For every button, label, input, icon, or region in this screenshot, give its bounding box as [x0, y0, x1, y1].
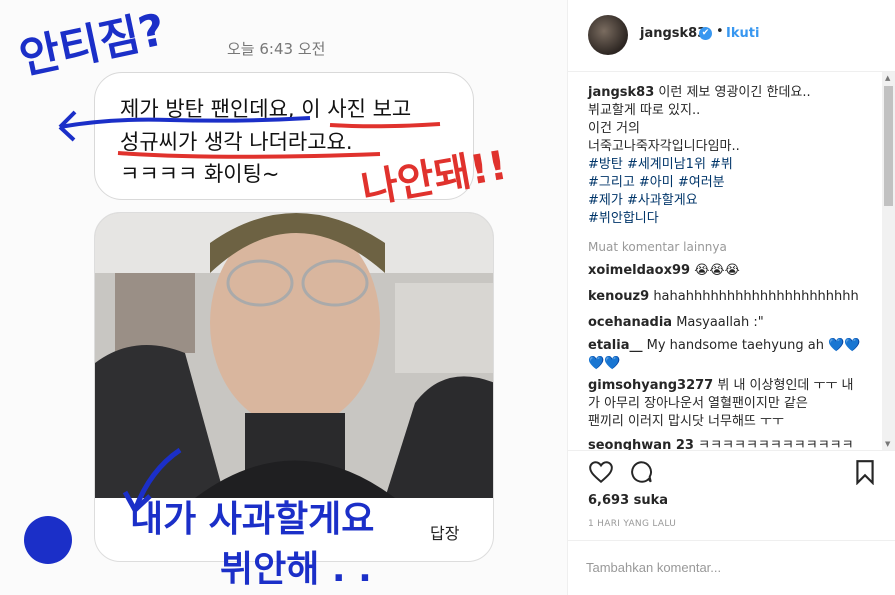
comment-username[interactable]: ocehanadia — [588, 315, 672, 330]
comment-text: 뷔 내 이상형인데 ㅜㅜ 내 — [717, 378, 854, 393]
hashtag-line-4[interactable]: #뷔안합니다 — [588, 211, 659, 226]
comment: kenouz9 hahahhhhhhhhhhhhhhhhhhhhh — [588, 288, 878, 306]
post-timestamp[interactable]: 1 HARI YANG LALU — [588, 519, 676, 529]
caption-username[interactable]: jangsk83 — [588, 85, 654, 100]
caption-line-4: 너죽고나죽자각입니다임마.. — [588, 139, 740, 154]
comments-list[interactable]: jangsk83 이런 제보 영광이긴 한데요.. 뷔교할게 따로 있지.. 이… — [568, 72, 895, 450]
comment-text: 😭😭😭 — [694, 263, 740, 278]
comment-username[interactable]: gimsohyang3277 — [588, 378, 713, 393]
post-header: jangsk83 ✔ • Ikuti — [568, 0, 895, 72]
add-comment-bar — [568, 540, 895, 595]
scroll-down-icon[interactable]: ▼ — [885, 440, 890, 448]
caption-line-2: 뷔교할게 따로 있지.. — [588, 103, 701, 118]
like-count[interactable]: 6,693 suka — [588, 493, 668, 508]
comment-text: My handsome taehyung ah 💙💙 — [646, 338, 861, 353]
header-username[interactable]: jangsk83 — [640, 26, 706, 41]
comment-text-2: 가 아무리 장아나운서 열혈팬이지만 같은 — [588, 396, 808, 411]
comment: ocehanadia Masyaallah :" — [588, 314, 878, 332]
comment-username[interactable]: seonghwan 23 — [588, 438, 694, 450]
comment-text: ㅋㅋㅋㅋㅋㅋㅋㅋㅋㅋㅋㅋㅋ — [698, 438, 854, 450]
scroll-up-icon[interactable]: ▲ — [885, 74, 890, 82]
hashtag-line-3[interactable]: #제가 #사과할게요 — [588, 193, 698, 208]
post-photo[interactable]: 오늘 6:43 오전 제가 방탄 팬인데요, 이 사진 보고 성규씨가 생각 나… — [0, 0, 567, 595]
hashtag-line-1[interactable]: #방탄 #세계미남1위 #뷔 — [588, 157, 733, 172]
comment-text-3: 팬끼리 이러지 맙시닷 너무해뜨 ㅜㅜ — [588, 414, 784, 429]
verified-badge-icon: ✔ — [699, 27, 712, 40]
heart-icon[interactable] — [588, 459, 614, 485]
scrollbar-thumb[interactable] — [884, 86, 893, 206]
avatar[interactable] — [588, 15, 628, 55]
comment-icon[interactable] — [628, 459, 654, 485]
follow-button[interactable]: Ikuti — [726, 26, 759, 41]
comment-username[interactable]: kenouz9 — [588, 289, 649, 304]
comment-text: Masyaallah :" — [676, 315, 764, 330]
scrawl-bottom-1: 내가 사과할게요 — [130, 499, 375, 540]
bookmark-icon[interactable] — [852, 459, 878, 485]
caption-line-3: 이건 거의 — [588, 121, 640, 136]
comments-scrollbar[interactable]: ▲ ▼ — [882, 72, 895, 450]
header-separator: • — [716, 24, 724, 39]
comment-username[interactable]: etalia__ — [588, 338, 643, 353]
comment-text-2: 💙💙 — [588, 356, 621, 371]
comment: gimsohyang3277 뷔 내 이상형인데 ㅜㅜ 내 가 아무리 장아나운… — [588, 377, 878, 431]
comment: seonghwan 23 ㅋㅋㅋㅋㅋㅋㅋㅋㅋㅋㅋㅋㅋ — [588, 437, 878, 450]
comment-username[interactable]: xoimeldaox99 — [588, 263, 690, 278]
comment: etalia__ My handsome taehyung ah 💙💙 💙💙 — [588, 337, 878, 373]
hashtag-line-2[interactable]: #그리고 #아미 #여러분 — [588, 175, 725, 190]
scrawl-bottom-2: 뷔안해 . . — [220, 549, 372, 590]
comment: xoimeldaox99 😭😭😭 — [588, 262, 878, 280]
caption: jangsk83 이런 제보 영광이긴 한데요.. 뷔교할게 따로 있지.. 이… — [588, 84, 878, 228]
add-comment-input[interactable] — [586, 556, 856, 578]
load-more-comments-link[interactable]: Muat komentar lainnya — [588, 240, 727, 254]
comment-text: hahahhhhhhhhhhhhhhhhhhhhh — [653, 289, 859, 304]
post-actions: 6,693 suka 1 HARI YANG LALU — [568, 450, 895, 536]
post-sidebar: jangsk83 ✔ • Ikuti jangsk83 이런 제보 영광이긴 한… — [567, 0, 895, 595]
caption-line-1: 이런 제보 영광이긴 한데요.. — [658, 85, 811, 100]
